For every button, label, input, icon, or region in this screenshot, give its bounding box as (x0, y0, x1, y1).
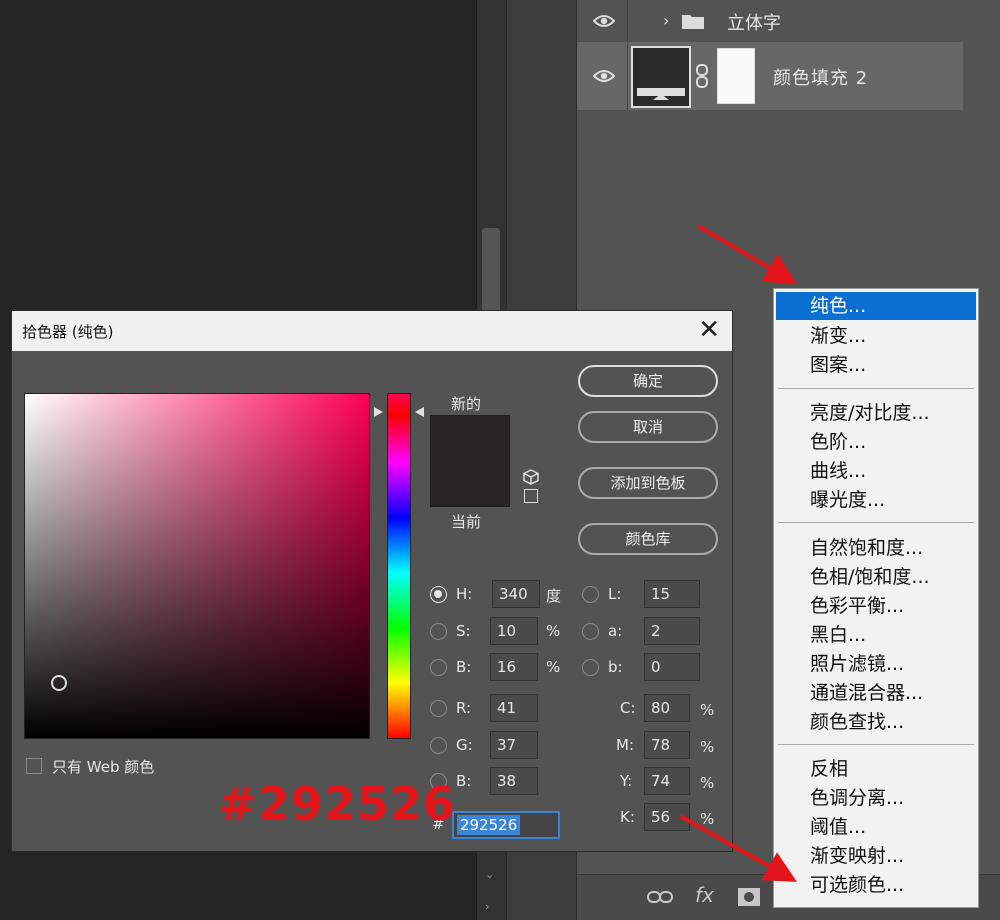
arrow-to-solid-color (696, 224, 797, 285)
photoshop-workspace: { "layers": { "group_name": "立体字", "fill… (0, 0, 1000, 920)
arrow-to-selective-color (679, 814, 797, 882)
annotation-arrows (679, 224, 797, 882)
